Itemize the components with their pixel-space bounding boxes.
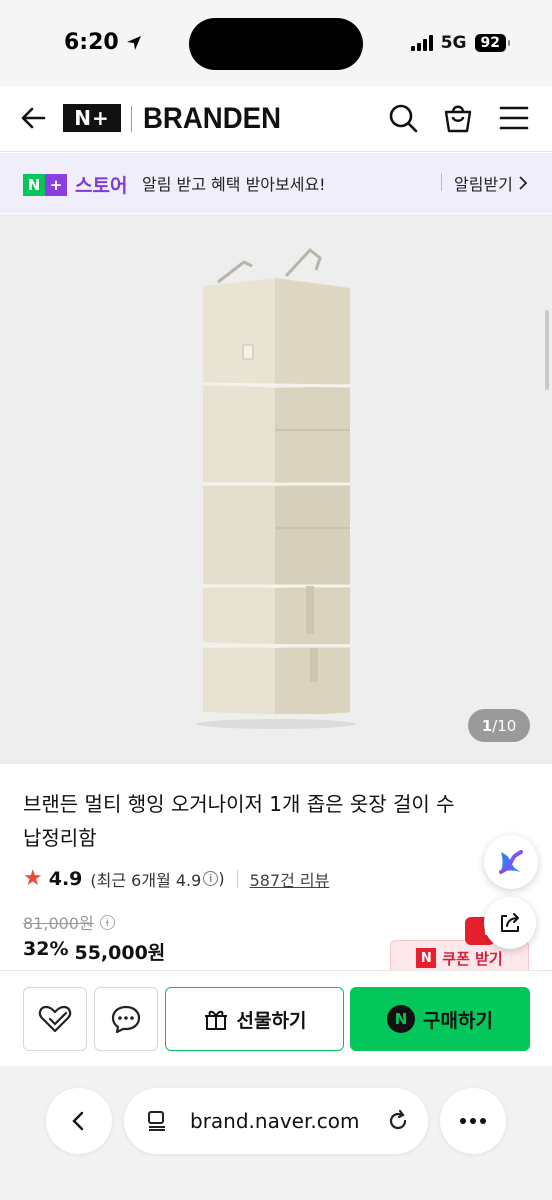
- address-bar[interactable]: brand.naver.com: [124, 1088, 428, 1154]
- price-info-icon[interactable]: i: [99, 914, 115, 930]
- store-logo-n: N: [23, 173, 45, 196]
- chevron-right-icon: [519, 176, 528, 190]
- image-counter: 1/10: [468, 709, 530, 742]
- rating-value: 4.9: [48, 867, 83, 890]
- chevron-left-icon: [72, 1111, 84, 1131]
- product-title: 브랜든 멀티 행잉 오거나이저 1개 좁은 옷장 걸이 수납정리함: [23, 792, 455, 850]
- browser-back-button[interactable]: [46, 1088, 112, 1154]
- info-icon[interactable]: i: [203, 871, 219, 886]
- rating-divider: [236, 869, 238, 888]
- banner-divider: [441, 173, 442, 191]
- rating-row: ★ 4.9 (최근 6개월 4.9 i ) 587건 리뷰: [23, 866, 329, 891]
- store-logo-text: 스토어: [75, 175, 128, 197]
- location-arrow-icon: [126, 35, 141, 50]
- tabs-icon[interactable]: [146, 1110, 168, 1132]
- recent-rating: (최근 6개월 4.9: [90, 870, 202, 890]
- network-label: 5G: [440, 33, 467, 53]
- original-price: 81,000원 i: [23, 910, 115, 934]
- reload-icon[interactable]: [386, 1109, 410, 1133]
- status-time: 6:20: [64, 30, 143, 55]
- gift-icon: [204, 1010, 227, 1030]
- image-counter-total: /10: [492, 716, 517, 735]
- chat-button[interactable]: [94, 987, 158, 1051]
- nplus-logo[interactable]: N+: [63, 104, 121, 132]
- shopping-bag-icon[interactable]: [442, 102, 474, 134]
- search-icon[interactable]: [387, 102, 419, 134]
- banner-message: 알림 받고 혜택 받아보세요!: [142, 175, 326, 194]
- brand-name[interactable]: BRANDEN: [143, 102, 281, 136]
- product-photo: [196, 247, 356, 729]
- naver-pay-icon: N: [387, 1005, 416, 1033]
- scrollbar[interactable]: [545, 310, 549, 390]
- buy-label: 구매하기: [423, 1009, 493, 1032]
- gift-label: 선물하기: [236, 1009, 307, 1032]
- share-button[interactable]: [484, 897, 536, 949]
- top-header: N+ BRANDEN: [0, 86, 552, 152]
- original-price-value: 81,000원: [23, 914, 94, 933]
- heart-icon: [38, 1005, 72, 1033]
- menu-icon[interactable]: [498, 102, 530, 134]
- sale-price: 55,000원: [74, 942, 166, 964]
- chat-icon: [111, 1005, 141, 1034]
- status-bar: 6:20 5G 92: [0, 0, 552, 86]
- back-arrow-icon[interactable]: [18, 102, 50, 134]
- dynamic-island: [189, 18, 363, 70]
- url-text: brand.naver.com: [190, 1109, 360, 1133]
- share-icon: [501, 913, 519, 932]
- notification-subscribe-label: 알림받기: [454, 175, 513, 194]
- more-icon: [460, 1118, 486, 1124]
- ai-assistant-button[interactable]: [484, 835, 538, 889]
- logo-divider: [131, 106, 132, 132]
- sale-price-row: 32% 55,000원: [23, 938, 165, 965]
- status-time-text: 6:20: [64, 30, 119, 55]
- recent-rating-close: ): [218, 869, 225, 888]
- review-count-link[interactable]: 587건 리뷰: [250, 867, 330, 891]
- store-logo-plus: +: [45, 173, 67, 196]
- ai-sparkle-icon: [499, 850, 523, 874]
- product-image-gallery[interactable]: [0, 214, 552, 764]
- coupon-n-icon: N: [416, 948, 437, 968]
- gift-button[interactable]: 선물하기: [165, 987, 344, 1051]
- discount-rate: 32%: [23, 938, 69, 960]
- browser-more-button[interactable]: [440, 1088, 506, 1154]
- nplus-store-logo: N + 스토어: [23, 171, 127, 198]
- signal-icon: [410, 35, 433, 51]
- notification-subscribe-link[interactable]: 알림받기: [454, 171, 529, 195]
- wishlist-button[interactable]: [23, 987, 87, 1051]
- browser-toolbar: brand.naver.com: [0, 1066, 552, 1200]
- image-counter-current: 1: [481, 716, 493, 735]
- purchase-bar: 선물하기 N 구매하기: [0, 970, 552, 1066]
- coupon-label: 쿠폰 받기: [442, 949, 503, 968]
- buy-button[interactable]: N 구매하기: [350, 987, 530, 1051]
- battery-icon: 92: [474, 34, 511, 52]
- status-indicators: 5G 92: [410, 33, 511, 53]
- star-icon: ★: [23, 866, 43, 891]
